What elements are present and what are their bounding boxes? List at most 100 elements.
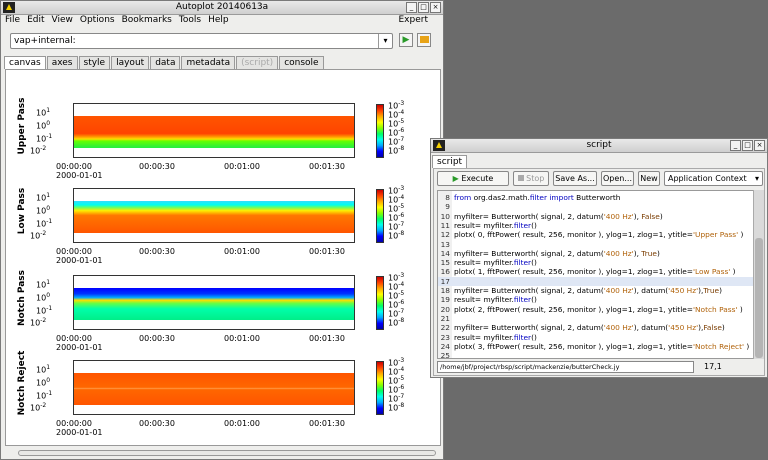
code-token: False bbox=[703, 323, 722, 333]
code-line[interactable]: 9 bbox=[438, 202, 454, 212]
tab-style[interactable]: style bbox=[78, 56, 111, 69]
colorbar-tick-label: 10-8 bbox=[388, 145, 405, 156]
menu-help[interactable]: Help bbox=[208, 15, 229, 28]
script-minimize-icon[interactable]: _ bbox=[730, 140, 741, 151]
menu-file[interactable]: File bbox=[5, 15, 20, 28]
colorbar-tick-label: 10-8 bbox=[388, 402, 405, 413]
tab-layout[interactable]: layout bbox=[111, 56, 150, 69]
x-date-label: 2000-01-01 bbox=[56, 171, 103, 180]
line-number: 13 bbox=[440, 239, 450, 249]
code-token: ) bbox=[744, 341, 750, 351]
context-select[interactable]: Application Context ▾ bbox=[664, 171, 763, 186]
code-token: myfilter= Butterworth( signal, 2, datum( bbox=[454, 211, 604, 221]
code-token: org.das2.math. bbox=[473, 193, 530, 202]
line-number: 17 bbox=[440, 276, 450, 286]
y-tick-label: 10-2 bbox=[30, 402, 47, 413]
code-line[interactable]: 21 bbox=[438, 314, 454, 324]
line-number: 14 bbox=[440, 248, 450, 258]
code-token: ) bbox=[659, 211, 663, 221]
code-token: '400 Hz' bbox=[603, 323, 634, 333]
x-tick-label: 00:00:00 bbox=[56, 334, 92, 343]
minimize-icon[interactable]: _ bbox=[406, 2, 417, 13]
code-line[interactable]: 23 result= myfilter.filter() bbox=[438, 333, 537, 343]
tab-script[interactable]: script bbox=[432, 155, 468, 168]
tab-canvas[interactable]: canvas bbox=[4, 56, 46, 69]
tab-data[interactable]: data bbox=[150, 56, 181, 69]
code-line[interactable]: 16 plotx( 1, fftPower( result, 256, monit… bbox=[438, 267, 736, 277]
y-tick-label: 101 bbox=[36, 192, 51, 203]
y-tick-label: 10-2 bbox=[30, 317, 47, 328]
code-line[interactable]: 8 from org.das2.math.filter import Butter… bbox=[438, 193, 620, 203]
code-line[interactable]: 10 myfilter= Butterworth( signal, 2, datu… bbox=[438, 212, 663, 222]
code-token: result= myfilter. bbox=[454, 332, 514, 342]
spectrogram-notch-reject bbox=[74, 373, 354, 405]
tab-axes[interactable]: axes bbox=[46, 56, 78, 69]
code-line[interactable]: 25 bbox=[438, 351, 454, 358]
address-input[interactable]: vap+internal: ▾ bbox=[10, 33, 393, 49]
address-dropdown-chevron-down-icon[interactable]: ▾ bbox=[378, 34, 392, 48]
code-token: 'Notch Pass' bbox=[693, 304, 738, 314]
menu-view[interactable]: View bbox=[52, 15, 73, 28]
x-tick-label: 00:00:00 bbox=[56, 419, 92, 428]
open-button[interactable]: Open... bbox=[601, 171, 634, 186]
code-token: '400 Hz' bbox=[603, 248, 634, 258]
code-line[interactable]: 13 bbox=[438, 240, 454, 250]
x-tick-label: 00:01:30 bbox=[309, 247, 345, 256]
menu-tools[interactable]: Tools bbox=[179, 15, 201, 28]
plot-go-button[interactable]: ▶ bbox=[399, 33, 413, 47]
script-editor[interactable]: 8 from org.das2.math.filter import Butter… bbox=[437, 190, 754, 359]
context-value: Application Context bbox=[668, 174, 747, 183]
code-line[interactable]: 15 result= myfilter.filter() bbox=[438, 258, 537, 268]
x-date-label: 2000-01-01 bbox=[56, 256, 103, 265]
maximize-icon[interactable]: □ bbox=[418, 2, 429, 13]
tab-console[interactable]: console bbox=[279, 56, 324, 69]
save-as-button[interactable]: Save As... bbox=[553, 171, 597, 186]
menu-bookmarks[interactable]: Bookmarks bbox=[122, 15, 172, 28]
code-token: myfilter= Butterworth( signal, 2, datum( bbox=[454, 323, 604, 333]
code-token: 'Notch Reject' bbox=[693, 341, 745, 351]
code-line[interactable]: 14 myfilter= Butterworth( signal, 2, datu… bbox=[438, 249, 660, 259]
script-titlebar[interactable]: script _ □ × bbox=[431, 139, 767, 153]
code-line[interactable]: 24 plotx( 3, fftPower( result, 256, monit… bbox=[438, 341, 750, 352]
code-token: () bbox=[531, 258, 537, 268]
close-icon[interactable]: × bbox=[430, 2, 441, 13]
stop-button[interactable]: Stop bbox=[513, 171, 549, 186]
code-token: plotx( 2, fftPower( result, 256, monitor… bbox=[454, 304, 693, 314]
line-number: 10 bbox=[440, 211, 450, 221]
script-maximize-icon[interactable]: □ bbox=[742, 140, 753, 151]
menu-edit[interactable]: Edit bbox=[27, 15, 44, 28]
x-tick-label: 00:00:30 bbox=[139, 247, 175, 256]
menu-expert[interactable]: Expert bbox=[399, 15, 429, 25]
tab-metadata[interactable]: metadata bbox=[181, 56, 236, 69]
menu-options[interactable]: Options bbox=[80, 15, 115, 28]
editor-scrollbar[interactable] bbox=[753, 190, 764, 359]
open-folder-button[interactable] bbox=[417, 33, 431, 47]
code-token: myfilter= Butterworth( signal, 2, datum( bbox=[454, 248, 604, 258]
main-titlebar[interactable]: Autoplot 20140613a _ □ × bbox=[1, 1, 443, 15]
tab-script[interactable]: (script) bbox=[236, 56, 279, 69]
code-token: False bbox=[641, 211, 660, 221]
spectrogram-upper-pass bbox=[74, 116, 354, 148]
code-token: () bbox=[531, 332, 537, 342]
y-tick-label: 10-1 bbox=[36, 390, 53, 401]
stop-icon bbox=[517, 175, 524, 181]
x-tick-label: 00:00:30 bbox=[139, 419, 175, 428]
colorbar bbox=[376, 189, 384, 243]
code-line[interactable]: 12 plotx( 0, fftPower( result, 256, monit… bbox=[438, 230, 744, 240]
code-line[interactable]: 11 result= myfilter.filter() bbox=[438, 221, 537, 231]
code-token: '450 Hz' bbox=[668, 323, 699, 333]
scrollbar-thumb[interactable] bbox=[755, 238, 763, 358]
code-line[interactable]: 19 result= myfilter.filter() bbox=[438, 295, 537, 305]
code-line[interactable]: 20 plotx( 2, fftPower( result, 256, monit… bbox=[438, 305, 743, 315]
code-line[interactable]: 22 myfilter= Butterworth( signal, 2, datu… bbox=[438, 323, 725, 333]
code-line[interactable]: 18 myfilter= Butterworth( signal, 2, datu… bbox=[438, 286, 722, 296]
execute-button[interactable]: ▶ Execute bbox=[437, 171, 509, 186]
line-number: 19 bbox=[440, 295, 450, 305]
script-close-icon[interactable]: × bbox=[754, 140, 765, 151]
code-line[interactable]: 17 bbox=[438, 276, 753, 287]
new-button[interactable]: New bbox=[638, 171, 660, 186]
line-number: 21 bbox=[440, 313, 450, 323]
script-path-field[interactable]: /home/jbf/project/rbsp/script/mackenzie/… bbox=[437, 361, 694, 373]
plot-ylabel: Low Pass bbox=[17, 187, 27, 235]
play-icon: ▶ bbox=[452, 174, 459, 183]
